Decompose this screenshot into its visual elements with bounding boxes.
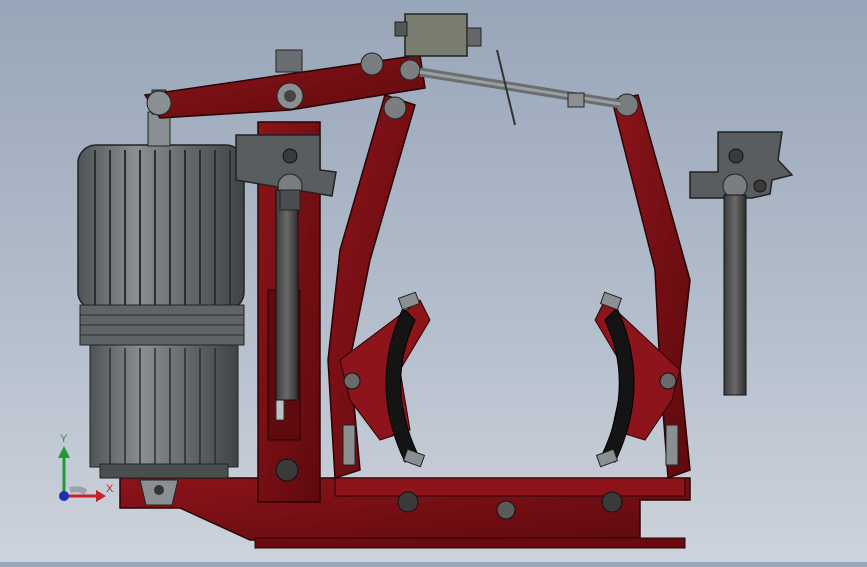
right-brake-arm — [594, 93, 691, 480]
base-plate — [119, 477, 691, 549]
brake-assembly-model[interactable] — [0, 0, 867, 562]
right-bracket — [689, 131, 794, 396]
coordinate-triad: Y X — [58, 433, 114, 502]
thruster-motor — [77, 89, 245, 479]
z-axis-dot — [59, 491, 69, 501]
limit-switch — [394, 13, 482, 57]
tie-rod — [419, 49, 621, 126]
x-axis-label: X — [106, 483, 114, 495]
left-bracket — [235, 134, 337, 211]
cad-viewport[interactable]: Y X — [0, 0, 867, 562]
y-axis-label: Y — [60, 433, 68, 445]
left-brake-arm — [327, 94, 431, 480]
